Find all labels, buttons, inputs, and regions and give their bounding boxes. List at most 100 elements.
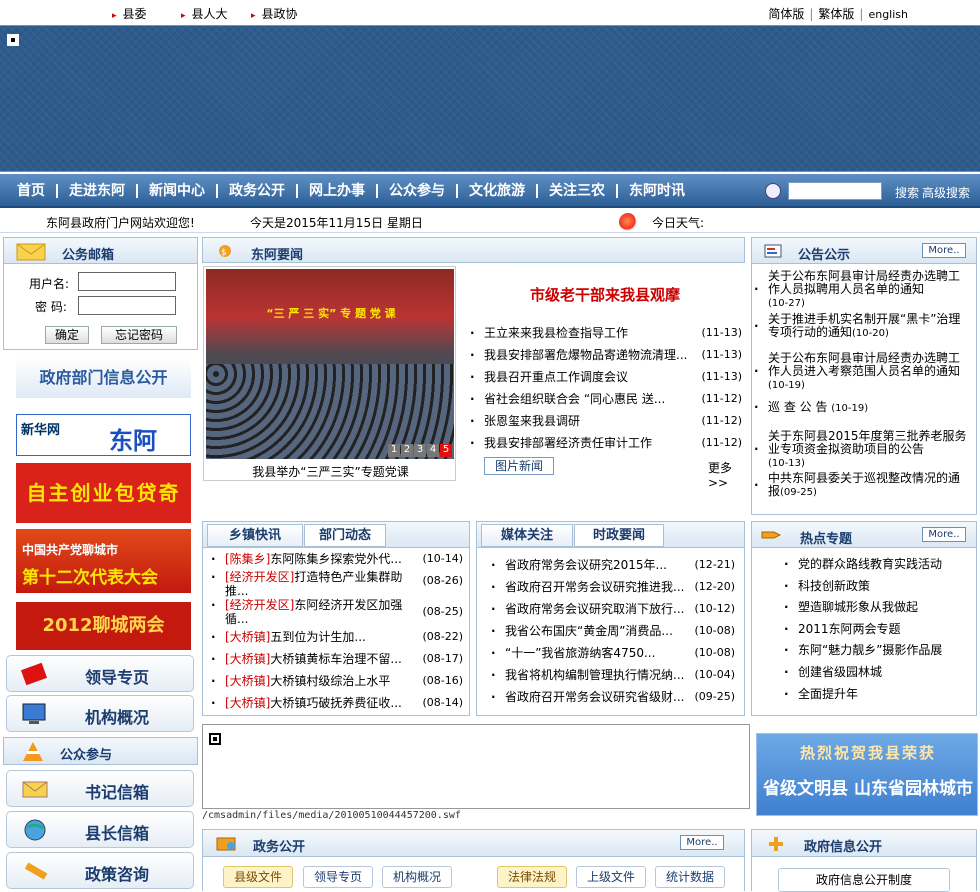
weather-sun-icon — [619, 213, 637, 231]
hot-topics-more-button[interactable]: More.. — [922, 527, 966, 542]
tab-statistics[interactable]: 统计数据 — [655, 866, 725, 888]
list-item[interactable]: 我县安排部署经济责任审计工作 (11-12) — [470, 432, 742, 454]
list-item[interactable]: · 中共东阿县委关于巡视整改情况的通报(09-25) — [754, 472, 968, 502]
headline-link[interactable]: 市级老干部来我县观摩 — [470, 284, 740, 305]
link-county-cppcc[interactable]: 县政协 — [251, 5, 298, 22]
link-county-committee[interactable]: 县委 — [112, 5, 147, 22]
list-item[interactable]: 塑造聊城形象从我做起 — [784, 597, 970, 619]
list-item[interactable]: 创建省级园林城 — [784, 662, 970, 684]
nav-about[interactable]: 走进东阿 — [58, 184, 138, 198]
photo-page-2[interactable]: 2 — [401, 444, 413, 457]
list-item[interactable]: 省政府常务会议研究取消下放行... (10-12) — [491, 598, 735, 620]
list-item[interactable]: 我县安排部署危爆物品寄递物流清理... (11-13) — [470, 344, 742, 366]
list-item[interactable]: 2011东阿两会专题 — [784, 619, 970, 641]
nav-agriculture[interactable]: 关注三农 — [538, 184, 618, 198]
list-item[interactable]: [大桥镇]大桥镇村级综治上水平 (08-16) — [211, 670, 463, 692]
xinhua-dong-e-banner[interactable]: 新华网 东阿 — [16, 414, 191, 456]
lang-traditional[interactable]: 繁体版 — [818, 7, 854, 21]
congrats-banner[interactable]: 热烈祝贺我县荣获 省级文明县 山东省园林城市 — [756, 733, 978, 816]
login-button[interactable]: 确定 — [45, 326, 89, 344]
list-item[interactable]: · 巡 查 公 告 (10-19) — [754, 395, 968, 430]
list-item[interactable]: 省社会组织联合会 “同心惠民 送... (11-12) — [470, 388, 742, 410]
photo-news-box[interactable]: “三 严 三 实” 专 题 党 课 1 2 3 4 5 我县举办“三严三实”专题… — [203, 266, 456, 481]
photo-page-5[interactable]: 5 — [440, 444, 452, 457]
town-tag: [大桥镇] — [225, 696, 271, 710]
welcome-strip: 东阿县政府门户网站欢迎您! 今天是2015年11月15日 星期日 今日天气: — [0, 209, 980, 233]
lang-simplified[interactable]: 简体版 — [768, 7, 804, 21]
list-item[interactable]: 我县召开重点工作调度会议 (11-13) — [470, 366, 742, 388]
list-item[interactable]: 张恩玺来我县调研 (11-12) — [470, 410, 742, 432]
search-input[interactable] — [788, 182, 882, 200]
list-item[interactable]: 省政府召开常务会议研究省级财... (09-25) — [491, 686, 735, 708]
nav-news[interactable]: 新闻中心 — [138, 184, 218, 198]
media-item-title: “十一”我省旅游纳客4750... — [505, 646, 656, 660]
tab-laws[interactable]: 法律法规 — [497, 866, 567, 888]
two-sessions-banner[interactable]: 2012聊城两会 — [16, 602, 191, 650]
photo-news-image[interactable]: “三 严 三 实” 专 题 党 课 1 2 3 4 5 — [206, 269, 454, 459]
tab-dept-news[interactable]: 部门动态 — [304, 524, 386, 547]
list-item[interactable]: [经济开发区]打造特色产业集群助推...(08-26) — [211, 570, 463, 598]
nav-public-participation[interactable]: 公众参与 — [378, 184, 458, 198]
photo-page-3[interactable]: 3 — [414, 444, 426, 457]
list-item[interactable]: [大桥镇]大桥镇巧破抚养费征收... (08-14) — [211, 692, 463, 714]
list-item[interactable]: [陈集乡]东阿陈集乡探索党外代... (10-14) — [211, 548, 463, 570]
forgot-password-button[interactable]: 忘记密码 — [101, 326, 177, 344]
list-item[interactable]: 党的群众路线教育实践活动 — [784, 554, 970, 576]
list-item[interactable]: 省政府常务会议研究2015年... (12-21) — [491, 554, 735, 576]
list-item[interactable]: 我省将机构编制管理执行情况纳... (10-04) — [491, 664, 735, 686]
nav-online-service[interactable]: 网上办事 — [298, 184, 378, 198]
list-item[interactable]: · 关于公布东阿县审计局经责办选聘工作人员拟聘用人员名单的通知 (10-27) — [754, 270, 968, 313]
list-item[interactable]: 省政府召开常务会议研究推进我... (12-20) — [491, 576, 735, 598]
search-button[interactable]: 搜索 — [895, 184, 919, 201]
tab-county-docs[interactable]: 县级文件 — [223, 866, 293, 888]
list-item[interactable]: 科技创新政策 — [784, 576, 970, 598]
secretary-mailbox-button[interactable]: 书记信箱 — [6, 770, 194, 807]
nav-dong-e-news[interactable]: 东阿时讯 — [618, 184, 696, 198]
mayor-mailbox-button[interactable]: 县长信箱 — [6, 811, 194, 848]
tab-politics-news[interactable]: 时政要闻 — [574, 524, 664, 547]
advanced-search-button[interactable]: 高级搜索 — [922, 184, 970, 201]
photo-page-1[interactable]: 1 — [388, 444, 400, 457]
notice-more-button[interactable]: More.. — [922, 243, 966, 258]
tab-media-focus[interactable]: 媒体关注 — [481, 524, 573, 547]
leader-page-button[interactable]: 领导专页 — [6, 655, 194, 692]
gov-info-system-link[interactable]: 政府信息公开制度 — [778, 868, 950, 892]
list-item[interactable]: 我省公布国庆“黄金周”消费品... (10-08) — [491, 620, 735, 642]
photo-news-button[interactable]: 图片新闻 — [484, 457, 554, 475]
tab-town-news[interactable]: 乡镇快讯 — [207, 524, 303, 547]
list-item[interactable]: “十一”我省旅游纳客4750... (10-08) — [491, 642, 735, 664]
tab-leader-page[interactable]: 领导专页 — [303, 866, 373, 888]
gov-info-header: 政府信息公开 — [752, 830, 976, 857]
list-item[interactable]: · 关于公布东阿县审计局经责办选聘工作人员进入考察范围人员名单的通知(10-19) — [754, 352, 968, 395]
nav-gov-affairs[interactable]: 政务公开 — [218, 184, 298, 198]
photo-caption[interactable]: 我县举办“三严三实”专题党课 — [204, 463, 457, 480]
org-overview-button[interactable]: 机构概况 — [6, 695, 194, 732]
gov-affairs-more-button[interactable]: More.. — [680, 835, 724, 850]
link-county-congress[interactable]: 县人大 — [181, 5, 228, 22]
gov-dept-info-banner[interactable]: 政府部门信息公开 — [16, 358, 191, 398]
list-item[interactable]: [大桥镇]五到位为计生加... (08-22) — [211, 626, 463, 648]
list-item[interactable]: · 关于推进手机实名制开展“黑卡”治理专项行动的通知(10-20) — [754, 313, 968, 352]
nav-culture-tourism[interactable]: 文化旅游 — [458, 184, 538, 198]
town-tag: [经济开发区] — [225, 570, 295, 584]
policy-consult-button[interactable]: 政策咨询 — [6, 852, 194, 889]
list-item[interactable]: [经济开发区]东阿经济开发区加强循...(08-25) — [211, 598, 463, 626]
tab-superior-docs[interactable]: 上级文件 — [576, 866, 646, 888]
list-item[interactable]: 东阿“魅力靓乡”摄影作品展 — [784, 640, 970, 662]
hot-item-title: 东阿“魅力靓乡”摄影作品展 — [798, 643, 943, 658]
entrepreneur-banner[interactable]: 自主创业包贷奇迹 — [16, 463, 191, 565]
username-input[interactable] — [78, 272, 176, 291]
tab-org-overview[interactable]: 机构概况 — [382, 866, 452, 888]
party-congress-banner[interactable]: 中国共产党聊城市 第十二次代表大会 — [16, 529, 191, 593]
password-input[interactable] — [78, 296, 176, 315]
list-item[interactable]: · 关于东阿县2015年度第三批养老服务业专项资金拟资助项目的公告 (10-13) — [754, 430, 968, 472]
lang-english[interactable]: english — [868, 8, 908, 21]
news-more-link[interactable]: 更多>> — [708, 459, 745, 490]
media-item-date: (10-12) — [694, 602, 735, 615]
photo-page-4[interactable]: 4 — [427, 444, 439, 457]
list-item[interactable]: [大桥镇]大桥镇黄标车治理不留... (08-17) — [211, 648, 463, 670]
list-item[interactable]: 全面提升年 — [784, 684, 970, 706]
list-item[interactable]: 王立来来我县检查指导工作 (11-13) — [470, 322, 742, 344]
nav-home[interactable]: 首页 — [6, 184, 58, 198]
notice-title: 公告公示 — [798, 248, 851, 263]
